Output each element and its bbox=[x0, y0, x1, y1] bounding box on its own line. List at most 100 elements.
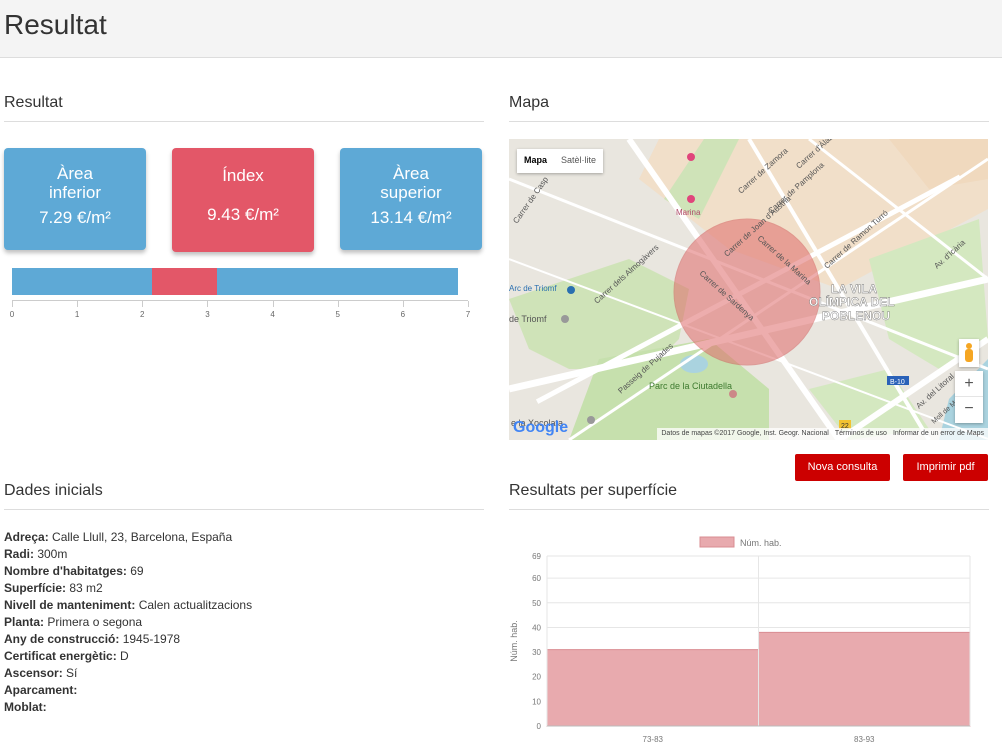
axis-tick bbox=[468, 301, 469, 307]
data-row: Nivell de manteniment: Calen actualitzac… bbox=[4, 597, 252, 614]
print-pdf-button[interactable]: Imprimir pdf bbox=[903, 454, 988, 481]
axis-tick bbox=[337, 301, 339, 307]
data-label: Ascensor: bbox=[4, 666, 63, 680]
data-label: Moblat: bbox=[4, 700, 47, 714]
axis-tick bbox=[402, 301, 404, 307]
axis-tick bbox=[207, 301, 209, 307]
map-canvas: Carrer de Casp Carrer de Joan d'Àustria … bbox=[509, 139, 988, 440]
divider bbox=[4, 121, 484, 122]
map-attribution: Datos de mapas ©2017 Google, Inst. Geogr… bbox=[661, 430, 829, 437]
street-view-pegman-icon[interactable] bbox=[959, 339, 979, 367]
x-tick-label: 73-83 bbox=[643, 735, 664, 744]
data-row: Ascensor: Sí bbox=[4, 665, 252, 682]
upper-range-segment bbox=[217, 268, 459, 295]
map-type-map-button[interactable]: Mapa bbox=[517, 149, 554, 173]
map-label: de Triomf bbox=[509, 314, 547, 324]
axis-tick-label: 7 bbox=[465, 310, 471, 319]
data-label: Nivell de manteniment: bbox=[4, 598, 136, 612]
index-value: 9.43 €/m² bbox=[207, 205, 279, 224]
data-label: Radi: bbox=[4, 547, 34, 561]
data-value: Calen actualitzacions bbox=[135, 598, 253, 612]
zoom-control: + − bbox=[955, 371, 983, 423]
page-title: Resultat bbox=[4, 9, 107, 40]
bar bbox=[758, 631, 971, 727]
data-value: Sí bbox=[62, 666, 78, 680]
axis-tick-label: 3 bbox=[205, 310, 210, 319]
data-label: Aparcament: bbox=[4, 683, 78, 697]
result-heading: Resultat bbox=[4, 94, 63, 111]
y-tick-label: 40 bbox=[532, 623, 541, 632]
axis-tick bbox=[142, 301, 144, 307]
report-error-link[interactable]: Informar de un error de Maps bbox=[893, 430, 984, 438]
surface-chart: Núm. hab. 0 10 20 30 40 50 60 69 Núm. hab. 73-83 83… bbox=[509, 532, 988, 744]
range-axis: 0 1 2 3 4 5 6 7 bbox=[10, 300, 470, 324]
google-logo: Google bbox=[513, 419, 569, 436]
y-tick-label: 10 bbox=[532, 697, 541, 706]
data-value: 1945-1978 bbox=[119, 632, 181, 646]
axis-tick-label: 6 bbox=[400, 310, 406, 319]
axis-tick bbox=[272, 301, 274, 307]
data-label: Nombre d'habitatges: bbox=[4, 564, 127, 578]
legend-label: Núm. hab. bbox=[740, 538, 782, 548]
data-value: 69 bbox=[126, 564, 144, 578]
upper-area-value: 13.14 €/m² bbox=[370, 208, 452, 227]
data-row: Any de construcció: 1945-1978 bbox=[4, 631, 252, 648]
data-value: D bbox=[116, 649, 129, 663]
road-shield: B-10 bbox=[890, 379, 905, 386]
lower-area-value: 7.29 €/m² bbox=[39, 208, 111, 227]
lower-area-card: Àrea inferior 7.29 €/m² bbox=[4, 148, 146, 250]
y-tick-label: 60 bbox=[532, 574, 541, 583]
map-label: OLÍMPICA DEL bbox=[809, 294, 895, 309]
data-row: Nombre d'habitatges: 69 bbox=[4, 563, 252, 580]
map-type-control: Mapa Satèl·lite bbox=[517, 149, 604, 173]
data-row: Superfície: 83 m2 bbox=[4, 580, 252, 597]
poi-marker-icon bbox=[561, 315, 569, 323]
poi-marker-icon bbox=[587, 416, 595, 424]
data-value: 300m bbox=[34, 547, 68, 561]
train-marker-icon bbox=[567, 286, 575, 294]
axis-tick-label: 5 bbox=[335, 310, 340, 319]
axis-tick bbox=[77, 301, 79, 307]
new-query-button[interactable]: Nova consulta bbox=[795, 454, 890, 481]
data-row: Certificat energètic: D bbox=[4, 648, 252, 665]
surface-results-heading: Resultats per superfície bbox=[509, 482, 678, 499]
zoom-in-button[interactable]: + bbox=[955, 371, 983, 397]
y-tick-label: 30 bbox=[532, 648, 541, 657]
data-value: Calle Llull, 23, Barcelona, España bbox=[48, 530, 233, 544]
y-tick-label: 50 bbox=[532, 599, 541, 608]
bar bbox=[546, 649, 759, 727]
zoom-out-button[interactable]: − bbox=[955, 397, 983, 423]
axis-tick bbox=[12, 301, 13, 307]
map-view[interactable]: Carrer de Casp Carrer de Joan d'Àustria … bbox=[509, 139, 988, 440]
map-type-satellite-button[interactable]: Satèl·lite bbox=[554, 149, 603, 173]
data-label: Adreça: bbox=[4, 530, 49, 544]
divider bbox=[509, 121, 989, 122]
legend-swatch bbox=[699, 536, 735, 548]
surface-chart-svg: Núm. hab. 0 10 20 30 40 50 60 69 Núm. hab. 73-83 83… bbox=[509, 536, 971, 744]
map-footer: Datos de mapas ©2017 Google, Inst. Geogr… bbox=[657, 428, 988, 440]
metro-marker-icon bbox=[687, 153, 695, 161]
index-card: Índex 9.43 €/m² bbox=[172, 148, 314, 252]
upper-area-card: Àrea superior 13.14 €/m² bbox=[340, 148, 482, 250]
y-axis-label: Núm. hab. bbox=[509, 620, 519, 662]
divider bbox=[509, 509, 989, 510]
axis-tick-label: 4 bbox=[270, 310, 275, 319]
data-row: Aparcament: bbox=[4, 682, 252, 699]
initial-data-heading: Dades inicials bbox=[4, 482, 103, 499]
lower-range-segment bbox=[12, 268, 153, 295]
data-value: Primera o segona bbox=[44, 615, 143, 629]
data-row: Moblat: bbox=[4, 699, 252, 716]
index-title: Índex bbox=[222, 166, 264, 185]
axis-tick-label: 1 bbox=[74, 310, 80, 319]
terms-link[interactable]: Términos de uso bbox=[835, 430, 887, 438]
poi-marker-icon bbox=[729, 390, 737, 398]
metro-marker-icon bbox=[687, 195, 695, 203]
initial-data-list: Adreça: Calle Llull, 23, Barcelona, Espa… bbox=[4, 529, 252, 716]
upper-area-title: Àrea superior bbox=[380, 164, 442, 202]
data-label: Any de construcció: bbox=[4, 632, 120, 646]
data-row: Adreça: Calle Llull, 23, Barcelona, Espa… bbox=[4, 529, 252, 546]
index-range-segment bbox=[152, 268, 218, 295]
map-label: Arc de Triomf bbox=[509, 284, 557, 293]
map-heading: Mapa bbox=[509, 94, 550, 111]
map-label: Parc de la Ciutadella bbox=[649, 381, 732, 391]
